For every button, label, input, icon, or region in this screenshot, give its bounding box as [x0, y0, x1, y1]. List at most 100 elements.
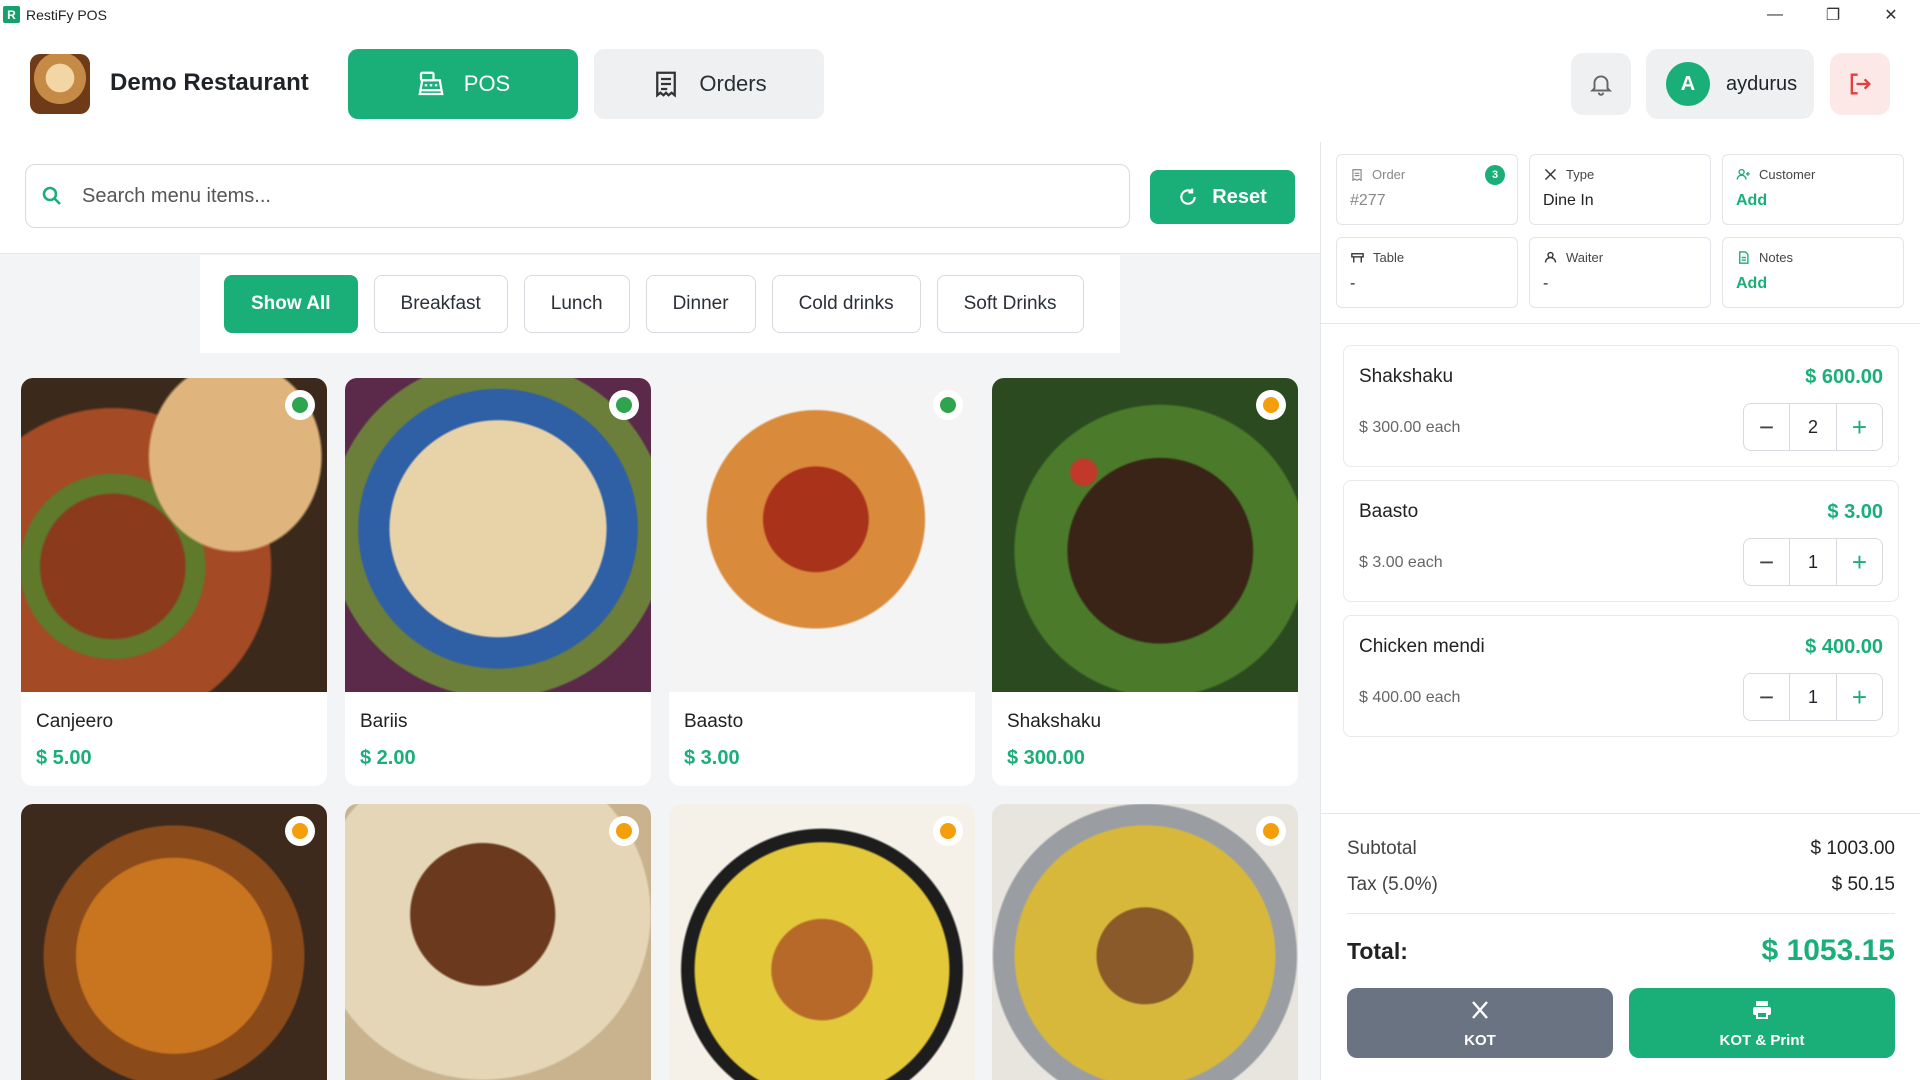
menu-item-name: Bariis [360, 711, 408, 732]
kot-label: KOT [1464, 1031, 1496, 1049]
availability-indicator [609, 390, 639, 420]
receipt-icon [656, 71, 677, 98]
indicator-dot [616, 397, 632, 413]
order-type-card[interactable]: Type Dine In [1529, 154, 1711, 225]
indicator-dot [940, 397, 956, 413]
utensils-icon [1545, 169, 1556, 180]
menu-item-name: Shakshaku [1007, 711, 1102, 732]
subtotal-label: Subtotal [1347, 838, 1417, 859]
app-header: Demo Restaurant POS Orders A aydurus [0, 29, 1920, 142]
menu-item-card[interactable]: Baasto $ 3.00 [669, 378, 975, 786]
increase-button[interactable]: + [1837, 539, 1882, 585]
type-label: Type [1543, 167, 1697, 182]
menu-item-image [669, 804, 975, 1080]
menu-item-name: Baasto [684, 711, 744, 732]
logout-button[interactable] [1830, 53, 1890, 115]
notes-label: Notes [1736, 250, 1890, 265]
menu-item-card[interactable] [345, 804, 651, 1080]
search-input[interactable] [82, 184, 1082, 208]
menu-item-image [345, 804, 651, 1080]
order-number-card: Order #277 3 [1336, 154, 1518, 225]
category-lunch[interactable]: Lunch [523, 275, 630, 333]
notes-add[interactable]: Add [1736, 275, 1890, 293]
close-icon[interactable]: ✕ [1862, 0, 1920, 29]
customer-add[interactable]: Add [1736, 192, 1890, 210]
cart-item: Shakshaku $ 600.00 $ 300.00 each − 2 + [1343, 345, 1899, 467]
cash-register-icon [418, 71, 444, 96]
restore-icon[interactable]: ❐ [1804, 0, 1862, 29]
cart-item-total: $ 600.00 [1805, 366, 1883, 388]
availability-indicator [285, 390, 315, 420]
order-number: #277 [1350, 192, 1386, 209]
decrease-button[interactable]: − [1744, 404, 1789, 450]
menu-item-card[interactable] [992, 804, 1298, 1080]
nav-orders-button[interactable]: Orders [594, 49, 824, 119]
reset-label: Reset [1212, 185, 1267, 208]
cart-item: Chicken mendi $ 400.00 $ 400.00 each − 1… [1343, 615, 1899, 737]
menu-item-card[interactable] [669, 804, 975, 1080]
nav-pos-button[interactable]: POS [348, 49, 578, 119]
availability-indicator [933, 390, 963, 420]
quantity-stepper: − 1 + [1743, 673, 1883, 721]
cart-item-total: $ 3.00 [1827, 501, 1883, 523]
category-show-all[interactable]: Show All [224, 275, 358, 333]
search-icon [42, 186, 61, 205]
menu-item-card[interactable]: Canjeero $ 5.00 [21, 378, 327, 786]
menu-item-image [992, 378, 1298, 692]
customer-label: Customer [1736, 167, 1890, 182]
total-label: Total: [1347, 937, 1408, 964]
menu-item-card[interactable] [21, 804, 327, 1080]
divider [1321, 323, 1920, 324]
utensils-icon [1472, 1000, 1488, 1019]
order-label: Order [1350, 167, 1504, 182]
indicator-dot [616, 823, 632, 839]
tax-row: Tax (5.0%) $ 50.15 [1347, 874, 1895, 896]
kot-button[interactable]: KOT [1347, 988, 1613, 1058]
category-breakfast[interactable]: Breakfast [373, 275, 508, 333]
search-box[interactable] [25, 164, 1130, 228]
quantity-stepper: − 2 + [1743, 403, 1883, 451]
logout-icon [1850, 73, 1871, 95]
subtotal-row: Subtotal $ 1003.00 [1347, 838, 1895, 860]
reset-button[interactable]: Reset [1150, 170, 1295, 224]
quantity-value[interactable]: 1 [1789, 539, 1837, 585]
decrease-button[interactable]: − [1744, 539, 1789, 585]
category-dinner[interactable]: Dinner [645, 275, 756, 333]
nav-orders-label: Orders [699, 71, 767, 96]
menu-item-card[interactable]: Shakshaku $ 300.00 [992, 378, 1298, 786]
order-panel: Order #277 3 Type Dine In Customer Add T… [1320, 142, 1920, 1080]
table-card[interactable]: Table - [1336, 237, 1518, 308]
menu-item-image [669, 378, 975, 692]
menu-item-card[interactable]: Bariis $ 2.00 [345, 378, 651, 786]
app-logo-icon: R [3, 6, 20, 23]
cart-item-name: Shakshaku [1359, 366, 1454, 387]
menu-item-name: Canjeero [36, 711, 114, 732]
increase-button[interactable]: + [1837, 404, 1882, 450]
menu-item-price: $ 5.00 [36, 747, 92, 769]
indicator-dot [1263, 823, 1279, 839]
minimize-icon[interactable]: — [1746, 0, 1804, 29]
cart-item-unit-price: $ 300.00 each [1359, 419, 1461, 436]
quantity-value[interactable]: 1 [1789, 674, 1837, 720]
menu-item-price: $ 300.00 [1007, 747, 1085, 769]
divider [1347, 913, 1895, 914]
category-cold-drinks[interactable]: Cold drinks [771, 275, 921, 333]
kot-print-button[interactable]: KOT & Print [1629, 988, 1895, 1058]
cart-item: Baasto $ 3.00 $ 3.00 each − 1 + [1343, 480, 1899, 602]
increase-button[interactable]: + [1837, 674, 1882, 720]
category-filter-bar: Show All Breakfast Lunch Dinner Cold dri… [200, 255, 1120, 353]
notes-card[interactable]: Notes Add [1722, 237, 1904, 308]
category-soft-drinks[interactable]: Soft Drinks [936, 275, 1084, 333]
printer-icon [1753, 1000, 1771, 1019]
customer-card[interactable]: Customer Add [1722, 154, 1904, 225]
bell-icon [1589, 75, 1613, 96]
notifications-button[interactable] [1571, 53, 1631, 115]
availability-indicator [1256, 816, 1286, 846]
user-menu[interactable]: A aydurus [1646, 49, 1814, 119]
tax-label: Tax (5.0%) [1347, 874, 1438, 895]
waiter-card[interactable]: Waiter - [1529, 237, 1711, 308]
menu-item-image [992, 804, 1298, 1080]
notes-icon [1739, 251, 1749, 264]
quantity-value[interactable]: 2 [1789, 404, 1837, 450]
decrease-button[interactable]: − [1744, 674, 1789, 720]
